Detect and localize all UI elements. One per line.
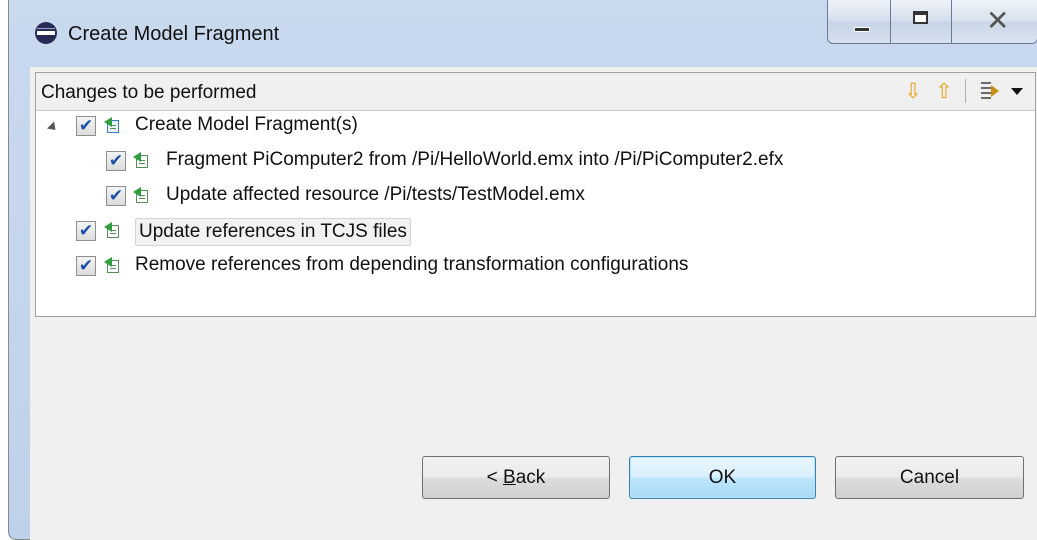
close-button[interactable]: ✕	[951, 0, 1037, 44]
toolbar-separator	[965, 79, 966, 103]
window-title: Create Model Fragment	[68, 23, 280, 45]
previous-change-up-arrow-icon[interactable]: ⇧	[933, 79, 955, 103]
change-icon	[104, 222, 122, 240]
expand-toggle-icon[interactable]	[46, 121, 60, 134]
maximize-icon	[913, 11, 928, 24]
filter-changes-icon[interactable]	[979, 79, 1003, 103]
tree-item-fragment-picomputer2[interactable]: ✔ Fragment PiComputer2 from /Pi/HelloWor…	[36, 146, 1031, 180]
cancel-button[interactable]: Cancel	[835, 456, 1024, 499]
tree-item-update-references-tcjs[interactable]: ✔ Update references in TCJS files	[36, 216, 1031, 250]
window-controls: ✕	[827, 0, 1037, 44]
tree-item-label: Remove references from depending transfo…	[135, 254, 689, 275]
back-button-mnemonic: B	[503, 467, 516, 488]
back-button[interactable]: < Back	[422, 456, 610, 499]
tree-item-update-affected-resource[interactable]: ✔ Update affected resource /Pi/tests/Tes…	[36, 181, 1031, 215]
tree-item-label: Update references in TCJS files	[135, 218, 411, 246]
checkbox[interactable]: ✔	[106, 151, 126, 171]
eclipse-icon	[35, 22, 57, 44]
change-icon	[104, 257, 122, 275]
back-button-rest: ack	[515, 467, 546, 488]
tree-item-label: Create Model Fragment(s)	[135, 114, 358, 135]
maximize-button[interactable]	[890, 0, 952, 44]
checkbox[interactable]: ✔	[106, 186, 126, 206]
dialog-content: Changes to be performed ⇩ ⇧ ✔ Create Mod…	[30, 67, 1037, 540]
changes-panel-header: Changes to be performed ⇩ ⇧	[36, 73, 1035, 111]
title-bar[interactable]: Create Model Fragment ✕	[9, 0, 1037, 67]
dialog-window: Create Model Fragment ✕ Changes to be pe…	[8, 0, 1037, 540]
change-icon	[133, 187, 151, 205]
changes-panel-title: Changes to be performed	[41, 82, 257, 103]
tree-item-label: Fragment PiComputer2 from /Pi/HelloWorld…	[166, 149, 784, 170]
change-icon	[133, 152, 151, 170]
ok-button[interactable]: OK	[629, 456, 816, 499]
checkbox[interactable]: ✔	[76, 116, 96, 136]
minimize-button[interactable]	[827, 0, 891, 44]
tree-item-create-model-fragments[interactable]: ✔ Create Model Fragment(s)	[36, 111, 1031, 145]
back-button-prefix: <	[486, 467, 504, 488]
checkbox[interactable]: ✔	[76, 221, 96, 241]
close-icon: ✕	[986, 4, 1010, 37]
minimize-icon	[854, 27, 870, 32]
next-change-down-arrow-icon[interactable]: ⇩	[902, 79, 924, 103]
checkbox[interactable]: ✔	[76, 256, 96, 276]
composite-change-icon	[104, 117, 122, 135]
tree-item-remove-references[interactable]: ✔ Remove references from depending trans…	[36, 251, 1031, 285]
tree-item-label: Update affected resource /Pi/tests/TestM…	[166, 184, 585, 205]
changes-panel: Changes to be performed ⇩ ⇧ ✔ Create Mod…	[35, 72, 1036, 317]
view-menu-chevron-down-icon[interactable]	[1011, 88, 1023, 95]
